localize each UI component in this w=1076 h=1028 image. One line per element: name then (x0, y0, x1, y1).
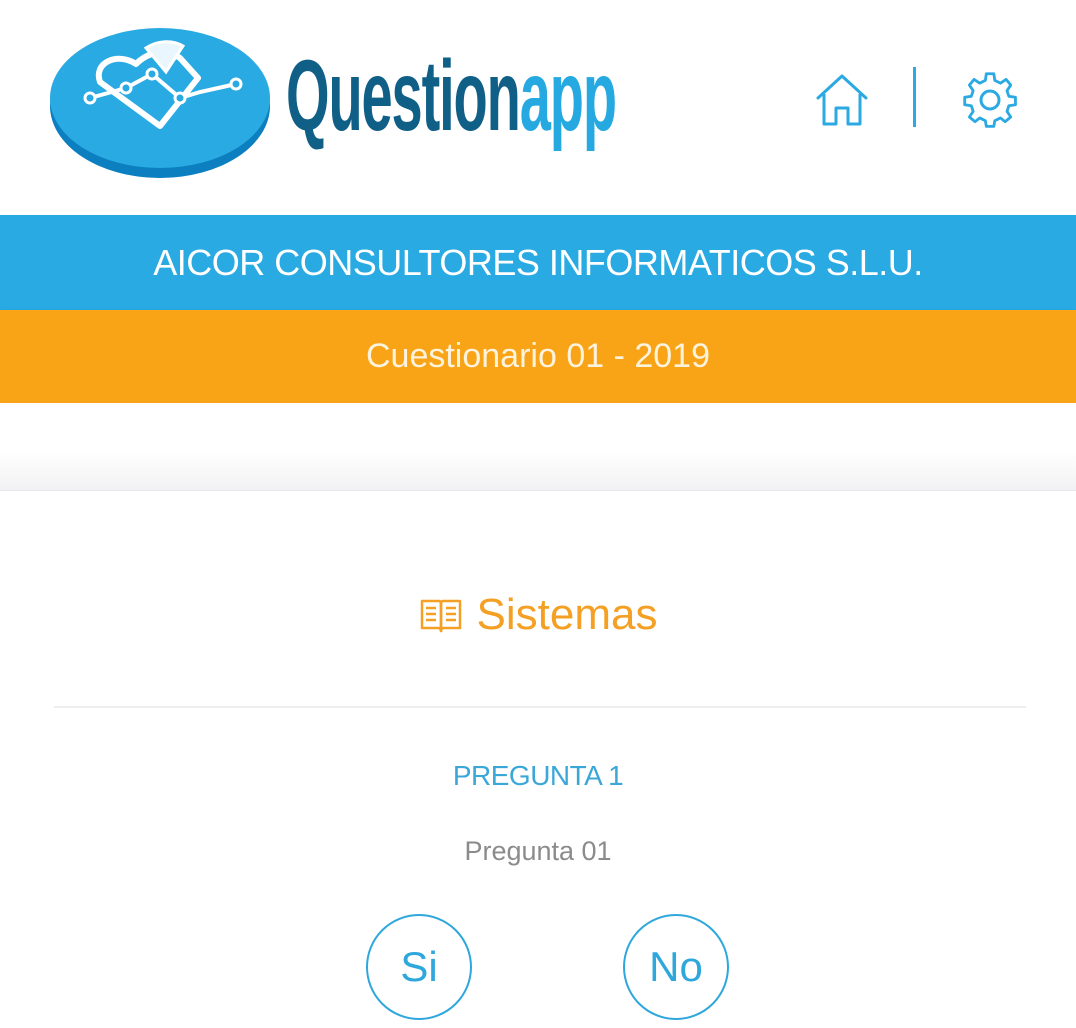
company-name: AICOR CONSULTORES INFORMATICOS S.L.U. (153, 241, 923, 283)
question-text: Pregunta 01 (464, 836, 612, 866)
brand-wordmark: Question app (286, 36, 617, 152)
settings-button[interactable] (960, 70, 1020, 130)
question-label: PREGUNTA 1 (452, 760, 624, 791)
questionnaire-title: Cuestionario 01 - 2019 (365, 337, 710, 375)
section-header: Sistemas (0, 590, 1076, 640)
content-spacer (0, 403, 1076, 491)
header-divider (913, 67, 916, 127)
brand-name-primary: Question (286, 40, 521, 152)
answer-yes-button[interactable]: Si (366, 914, 472, 1020)
questionnaire-bar: Cuestionario 01 - 2019 (0, 310, 1076, 403)
app-logo (50, 28, 270, 178)
gear-icon (963, 72, 1017, 128)
question-card (0, 490, 1076, 1028)
home-button[interactable] (812, 68, 872, 128)
section-divider (54, 706, 1026, 708)
app-header: Question app (0, 0, 1076, 215)
book-icon (420, 599, 461, 633)
section-title: Sistemas (476, 590, 658, 639)
company-bar: AICOR CONSULTORES INFORMATICOS S.L.U. (0, 215, 1076, 310)
brand-name-secondary: app (519, 40, 617, 152)
answer-no-button[interactable]: No (623, 914, 729, 1020)
app-screen: Question app AICOR CONSULTORES INFORMATIC… (0, 0, 1076, 1028)
home-icon (816, 74, 868, 126)
